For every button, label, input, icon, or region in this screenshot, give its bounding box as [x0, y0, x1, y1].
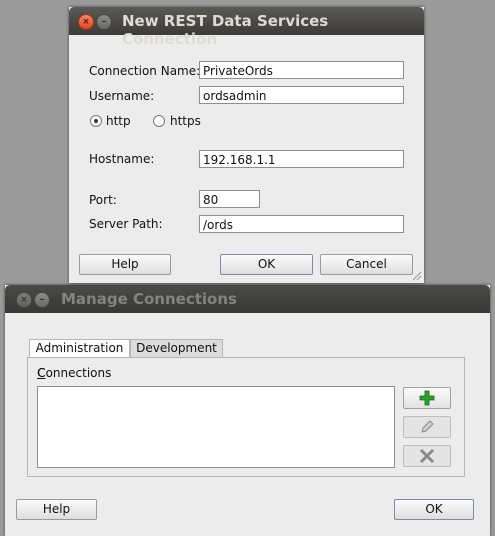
- plus-icon: [419, 390, 435, 406]
- connections-list[interactable]: [37, 386, 395, 468]
- edit-connection-button[interactable]: [403, 416, 451, 438]
- connections-label-text: Connections: [37, 366, 112, 380]
- tab-development[interactable]: Development: [130, 339, 223, 357]
- hostname-label: Hostname:: [89, 152, 155, 166]
- rest-cancel-label: Cancel: [346, 257, 387, 271]
- tab-administration-label: Administration: [35, 341, 124, 355]
- connections-label: CConnections: [37, 366, 112, 380]
- rest-ok-button[interactable]: OK: [220, 254, 313, 275]
- minimize-icon[interactable]: –: [34, 292, 50, 308]
- rest-connection-window: × – New REST Data Services Connection Co…: [69, 7, 424, 283]
- tab-administration[interactable]: Administration: [29, 339, 130, 358]
- connection-name-field[interactable]: PrivateOrds: [199, 61, 404, 79]
- server-path-field[interactable]: /ords: [199, 215, 404, 233]
- manage-window-title: Manage Connections: [61, 290, 237, 308]
- server-path-label: Server Path:: [89, 217, 163, 231]
- x-icon: [419, 448, 435, 464]
- username-field[interactable]: ordsadmin: [199, 86, 404, 104]
- http-label[interactable]: http: [106, 114, 131, 128]
- radio-selected-dot: [94, 119, 98, 123]
- rest-help-button[interactable]: Help: [79, 254, 171, 275]
- manage-ok-label: OK: [425, 502, 443, 516]
- close-icon[interactable]: ×: [16, 292, 32, 308]
- tab-development-label: Development: [136, 341, 217, 355]
- remove-connection-button[interactable]: [403, 445, 451, 467]
- manage-connections-window: × – Manage Connections Administration De…: [5, 285, 490, 536]
- username-label: Username:: [89, 89, 155, 103]
- resize-grip-icon[interactable]: [412, 271, 422, 281]
- manage-help-button[interactable]: Help: [16, 499, 97, 520]
- manage-ok-button[interactable]: OK: [394, 499, 474, 520]
- rest-window-title: New REST Data Services Connection: [122, 12, 329, 48]
- close-icon[interactable]: ×: [78, 14, 94, 30]
- https-label[interactable]: https: [170, 114, 201, 128]
- add-connection-button[interactable]: [403, 387, 451, 409]
- rest-titlebar[interactable]: × – New REST Data Services Connection: [69, 7, 424, 48]
- hostname-field[interactable]: 192.168.1.1: [199, 150, 404, 168]
- rest-cancel-button[interactable]: Cancel: [320, 254, 413, 275]
- rest-ok-label: OK: [257, 257, 276, 271]
- minimize-icon[interactable]: –: [96, 14, 112, 30]
- http-radio[interactable]: [90, 115, 102, 127]
- pencil-icon: [421, 420, 434, 433]
- manage-titlebar[interactable]: × – Manage Connections: [5, 285, 490, 313]
- rest-help-label: Help: [111, 257, 139, 271]
- administration-panel: CConnections: [27, 357, 465, 477]
- https-radio[interactable]: [153, 115, 165, 127]
- port-field[interactable]: 80: [199, 190, 260, 208]
- manage-help-label: Help: [42, 502, 71, 516]
- connection-name-label: Connection Name:: [89, 64, 201, 78]
- port-label: Port:: [89, 193, 117, 207]
